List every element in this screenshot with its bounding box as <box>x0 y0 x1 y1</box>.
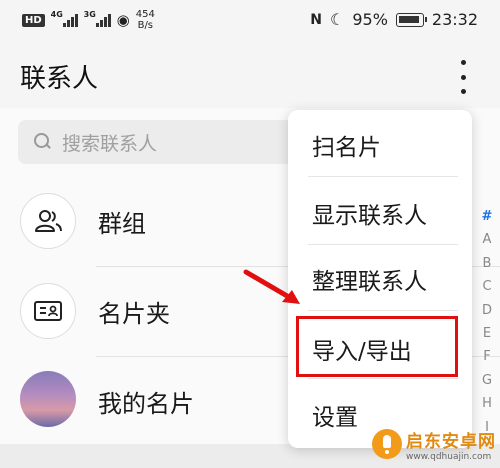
watermark: 启东安卓网 www.qdhuajin.com <box>372 420 500 468</box>
alpha-index-item[interactable]: C <box>478 275 496 298</box>
menu-item-scan-card[interactable]: 扫名片 <box>312 128 381 162</box>
signal-icon-sim2: 3G <box>83 10 111 27</box>
alpha-index-item[interactable]: # <box>478 205 496 228</box>
alpha-index-item[interactable]: F <box>478 345 496 368</box>
menu-item-organize-contacts[interactable]: 整理联系人 <box>312 262 427 296</box>
search-input[interactable]: 搜索联系人 <box>18 120 328 164</box>
list-item-label: 名片夹 <box>98 300 170 328</box>
sim2-network-label: 3G <box>83 10 96 19</box>
search-placeholder: 搜索联系人 <box>62 132 158 155</box>
network-speed: 454 B/s <box>136 9 155 31</box>
overflow-menu: 扫名片 显示联系人 整理联系人 导入/导出 设置 <box>288 110 472 448</box>
search-icon <box>34 133 52 151</box>
watermark-title: 启东安卓网 <box>406 431 496 452</box>
alpha-index-item[interactable]: H <box>478 392 496 415</box>
watermark-url: www.qdhuajin.com <box>406 451 492 462</box>
alpha-index-item[interactable]: E <box>478 322 496 345</box>
speed-unit: B/s <box>137 20 154 31</box>
menu-divider <box>308 244 458 245</box>
moon-icon: ☾ <box>329 10 345 29</box>
menu-item-display-contacts[interactable]: 显示联系人 <box>312 196 427 230</box>
red-arrow-icon <box>243 269 300 304</box>
alpha-index-item[interactable]: A <box>478 228 496 251</box>
status-bar: HD 4G 3G ◉ 454 B/s N ☾ 95% 23:32 <box>0 0 500 40</box>
menu-item-settings[interactable]: 设置 <box>312 398 358 432</box>
speed-value: 454 <box>135 9 155 20</box>
app-header: 联系人 <box>0 40 500 110</box>
sim1-network-label: 4G <box>50 10 63 19</box>
highlight-box <box>296 316 458 377</box>
hd-badge: HD <box>22 13 45 27</box>
card-holder-icon <box>20 283 76 339</box>
wifi-icon: ◉ <box>116 11 130 29</box>
page-title: 联系人 <box>20 64 99 94</box>
list-item-label: 群组 <box>98 210 146 238</box>
signal-icon-sim1: 4G <box>50 10 78 27</box>
nfc-icon: N <box>310 11 322 28</box>
alphabet-index[interactable]: # A B C D E F G H I <box>478 205 496 439</box>
list-item-label: 我的名片 <box>98 390 194 418</box>
alpha-index-item[interactable]: D <box>478 299 496 322</box>
avatar <box>20 371 76 427</box>
menu-divider <box>308 176 458 177</box>
more-vertical-icon[interactable] <box>452 60 474 94</box>
battery-icon <box>395 12 427 27</box>
alpha-index-item[interactable]: G <box>478 369 496 392</box>
watermark-logo-icon <box>372 429 402 459</box>
battery-percent: 95% <box>352 10 388 29</box>
menu-divider <box>308 378 458 379</box>
menu-divider <box>308 310 458 311</box>
alpha-index-item[interactable]: B <box>478 252 496 275</box>
group-icon <box>20 193 76 249</box>
clock: 23:32 <box>431 10 478 29</box>
